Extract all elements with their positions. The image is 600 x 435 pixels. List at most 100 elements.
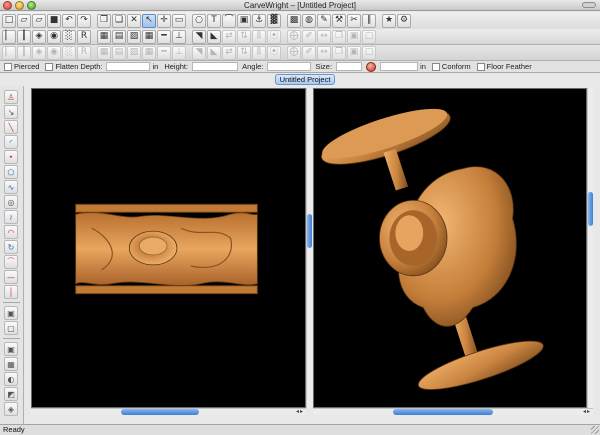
clamp-icon[interactable]: ⊥ [172,45,186,60]
save-icon[interactable]: ■ [47,13,61,28]
left-vertical-scrollbar[interactable] [306,88,312,408]
texture-icon[interactable]: ░ [62,29,76,44]
stretch-icon[interactable]: ↔ [317,29,331,44]
right-vertical-scroll-thumb[interactable] [588,192,593,226]
size-value-field[interactable] [380,62,419,71]
tab-untitled-project[interactable]: Untitled Project [275,74,335,85]
open-project-icon[interactable]: ▱ [32,13,46,28]
flatten-checkbox[interactable] [45,62,54,71]
right-horizontal-scroll-thumb[interactable] [393,409,493,415]
flip-h-icon[interactable]: ⇄ [222,45,236,60]
merge-icon[interactable]: ⨁ [287,29,301,44]
align-left-icon[interactable]: ▏ [2,45,16,60]
ungroup-icon[interactable]: ▢ [362,29,376,44]
curve-in-icon[interactable]: ⁀ [4,255,18,269]
measure-icon[interactable]: ∥ [362,13,376,28]
polygon-icon[interactable]: ⬠ [4,165,18,179]
toolbar-toggle-button[interactable] [582,2,596,8]
board-view-icon[interactable]: ▦ [97,29,111,44]
size-field[interactable] [336,62,363,71]
arc-point-icon[interactable]: ◜ [4,135,18,149]
view-3d-icon[interactable]: ◈ [32,45,46,60]
texture-icon[interactable]: ░ [62,45,76,60]
undo-icon[interactable]: ↶ [62,13,76,28]
clamp-icon[interactable]: ⊥ [172,29,186,44]
pattern-view-icon[interactable]: ▨ [127,29,141,44]
pen-tool-icon[interactable]: ✎ [317,13,331,28]
height-field[interactable] [192,62,239,71]
3d-view-viewport[interactable] [313,88,587,408]
mirror-icon[interactable]: ⫼ [252,45,266,60]
rough-icon[interactable]: R [77,29,91,44]
pierced-checkbox[interactable] [4,62,12,71]
merge-icon[interactable]: ⨁ [287,45,301,60]
bit-icon[interactable]: ⚓ [252,13,266,28]
mirror-icon[interactable]: ⫼ [252,29,266,44]
move-tool-icon[interactable]: ✛ [157,13,171,28]
horizontal-line-icon[interactable]: — [4,270,18,284]
grid-icon[interactable]: ▦ [142,45,156,60]
layer-down-icon[interactable]: ◣ [207,45,221,60]
bezier-icon[interactable]: ∿ [4,180,18,194]
wood-icon[interactable]: ▤ [112,45,126,60]
board-icon[interactable]: ▣ [237,13,251,28]
ruler-icon[interactable]: ━ [157,45,171,60]
eye-icon[interactable]: ◉ [47,29,61,44]
cut-out-icon[interactable]: ◍ [302,13,316,28]
smooth-icon[interactable]: ◈ [4,402,18,416]
right-horizontal-scrollbar[interactable]: ◂▸ [313,408,593,415]
rough-icon[interactable]: R [77,45,91,60]
group-icon[interactable]: ▣ [347,29,361,44]
polyline-tool-icon[interactable]: ⌒ [222,13,236,28]
redo-icon[interactable]: ↷ [77,13,91,28]
resize-grip[interactable] [591,426,599,434]
ungroup-icon[interactable]: ▢ [362,45,376,60]
flip-h-icon[interactable]: ⇄ [222,29,236,44]
right-scroll-arrows[interactable]: ◂▸ [583,408,591,415]
wood-icon[interactable]: ▤ [112,29,126,44]
pointer-tool-icon[interactable]: ↘ [4,105,18,119]
conform-checkbox[interactable] [431,62,440,71]
trace-icon[interactable]: ✐ [302,29,316,44]
node-edit-icon[interactable]: ⬩ [4,150,18,164]
flip-v-icon[interactable]: ⇅ [237,29,251,44]
select-arrow-icon[interactable]: ↖ [142,13,156,28]
clone-icon[interactable]: ❐ [332,29,346,44]
sphere-icon[interactable]: ◐ [4,372,18,386]
drape-icon[interactable]: ◩ [4,387,18,401]
left-scroll-arrows[interactable]: ◂▸ [296,408,304,415]
left-vertical-scroll-thumb[interactable] [307,214,312,248]
left-horizontal-scroll-thumb[interactable] [121,409,199,415]
top-view-viewport[interactable] [31,88,306,408]
copy-icon[interactable]: ❐ [97,13,111,28]
left-horizontal-scrollbar[interactable]: ◂▸ [31,408,306,415]
carve-region-icon[interactable]: ▩ [287,13,301,28]
layer-up-icon[interactable]: ◥ [192,45,206,60]
sculpt-tool-icon[interactable]: ♙ [4,90,18,104]
scissors-icon[interactable]: ✂ [347,13,361,28]
eye-icon[interactable]: ◉ [47,45,61,60]
text-tool-icon[interactable]: T [207,13,221,28]
board-view-icon[interactable]: ▦ [97,45,111,60]
paste-icon[interactable]: ❑ [112,13,126,28]
size-slider-knob[interactable] [366,61,377,72]
floor-feather-checkbox[interactable] [476,62,485,71]
grid-icon[interactable]: ▦ [142,29,156,44]
align-center-icon[interactable]: ┃ [17,29,31,44]
box-select-icon[interactable]: ▣ [4,306,18,320]
ellipse-tool-icon[interactable]: ○ [192,13,206,28]
frame-icon[interactable]: ▢ [4,321,18,335]
group-icon[interactable]: ▣ [347,45,361,60]
flip-v-icon[interactable]: ⇅ [237,45,251,60]
layer-up-icon[interactable]: ◥ [192,29,206,44]
circle-select-icon[interactable]: ◎ [4,195,18,209]
weld-icon[interactable]: ⦿ [267,45,281,60]
simulate-icon[interactable]: ★ [382,13,396,28]
layer-down-icon[interactable]: ◣ [207,29,221,44]
spline-icon[interactable]: ≀ [4,210,18,224]
weld-icon[interactable]: ⦿ [267,29,281,44]
right-vertical-scrollbar[interactable] [587,88,593,408]
arc-icon[interactable]: ◠ [4,225,18,239]
angle-field[interactable] [267,62,312,71]
line-point-icon[interactable]: ╲ [4,120,18,134]
